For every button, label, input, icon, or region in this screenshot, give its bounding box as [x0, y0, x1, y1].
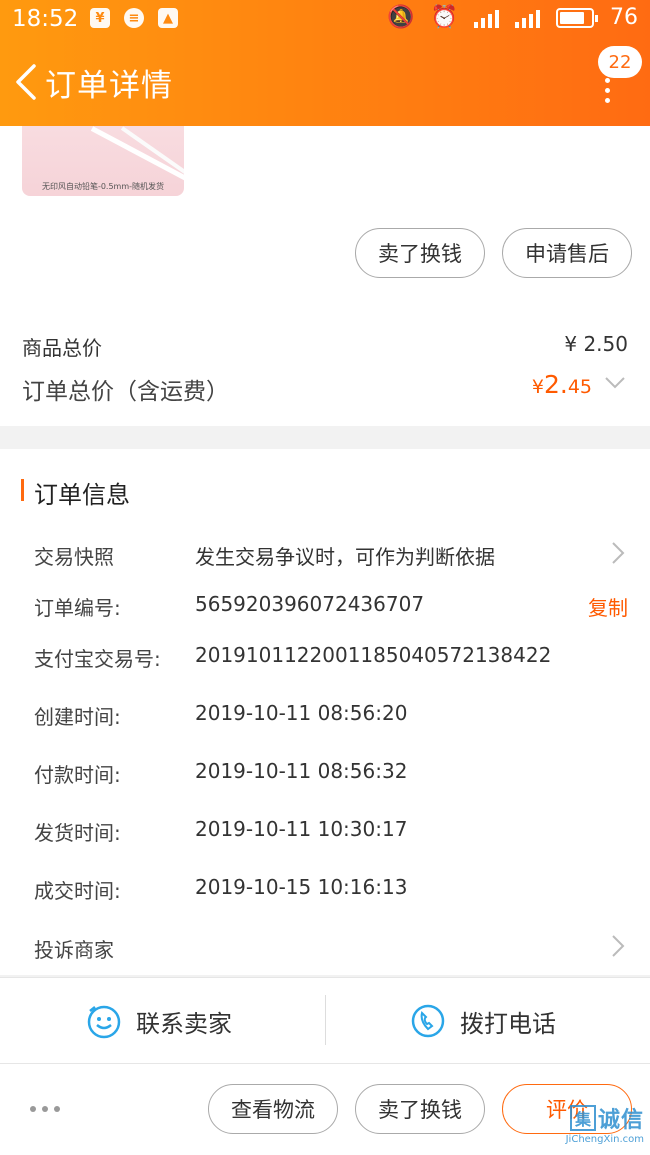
- battery-level: 76: [610, 5, 638, 30]
- section-title: 订单信息: [34, 481, 130, 509]
- more-actions-icon[interactable]: [30, 1106, 60, 1112]
- divider: [325, 995, 326, 1045]
- chat-icon: ≡: [124, 8, 144, 28]
- order-total-dec: 45: [567, 376, 592, 398]
- after-sale-button[interactable]: 申请售后: [502, 228, 632, 278]
- shipped-time: 2019-10-11 10:30:17: [195, 817, 408, 841]
- row-label: 创建时间:: [34, 705, 121, 729]
- phone-icon: [411, 1004, 445, 1038]
- copy-button[interactable]: 复制: [588, 592, 628, 621]
- alarm-icon: ⏰: [430, 5, 458, 30]
- message-count-badge: 22: [598, 46, 642, 78]
- chevron-down-icon[interactable]: [604, 372, 626, 394]
- call-phone-button[interactable]: 拨打电话: [410, 978, 556, 1064]
- status-time: 18:52: [12, 6, 79, 32]
- back-arrow-icon[interactable]: [12, 62, 42, 102]
- product-section: 无印风自动铅笔-0.5mm-随机发货 卖了换钱 申请售后 商品总价 ¥ 2.50…: [0, 126, 650, 426]
- more-menu-icon[interactable]: [605, 78, 610, 103]
- row-label: 成交时间:: [34, 879, 121, 903]
- bottom-action-bar: 查看物流 卖了换钱 评价 集 诚信 JiChengXin.com: [0, 1063, 650, 1155]
- row-label: 付款时间:: [34, 763, 121, 787]
- currency-symbol: ¥: [531, 376, 544, 398]
- product-thumbnail[interactable]: 无印风自动铅笔-0.5mm-随机发货: [22, 126, 184, 196]
- paid-time: 2019-10-11 08:56:32: [195, 759, 408, 783]
- app-header: 18:52 ¥ ≡ ▲ 🔕 ⏰ 76 订单详情 22: [0, 0, 650, 126]
- row-label: 投诉商家: [34, 938, 114, 962]
- section-accent-bar: [21, 479, 24, 501]
- bell-icon: ▲: [158, 8, 178, 28]
- chevron-right-icon: [612, 542, 625, 564]
- goods-total-value: ¥ 2.50: [564, 332, 628, 356]
- yen-shield-icon: ¥: [90, 8, 110, 28]
- signal-icon: [515, 8, 540, 28]
- sell-button[interactable]: 卖了换钱: [355, 1084, 485, 1134]
- contact-seller-button[interactable]: 联系卖家: [86, 978, 232, 1064]
- thumbnail-caption: 无印风自动铅笔-0.5mm-随机发货: [41, 182, 165, 191]
- order-total-value: ¥2.45: [532, 370, 592, 399]
- watermark-url: JiChengXin.com: [565, 1134, 644, 1145]
- view-logistics-button[interactable]: 查看物流: [208, 1084, 338, 1134]
- contact-seller-label: 联系卖家: [136, 1009, 232, 1038]
- goods-total-label: 商品总价: [22, 336, 102, 360]
- row-value: 发生交易争议时，可作为判断依据: [195, 545, 495, 569]
- smile-chat-icon: [87, 1005, 121, 1039]
- page-title: 订单详情: [45, 68, 173, 104]
- status-bar: 18:52 ¥ ≡ ▲ 🔕 ⏰ 76: [0, 0, 650, 40]
- alipay-trade-number: 2019101122001185040572138422: [195, 643, 552, 667]
- order-total-label: 订单总价（含运费）: [22, 379, 229, 405]
- order-total-int: 2.: [543, 370, 568, 399]
- closed-time: 2019-10-15 10:16:13: [195, 875, 408, 899]
- watermark-logo: 集 诚信 JiChengXin.com: [566, 1102, 644, 1145]
- notification-icons: ¥ ≡ ▲: [90, 8, 178, 28]
- order-info-section: 订单信息 交易快照 发生交易争议时，可作为判断依据 订单编号: 56592039…: [0, 449, 650, 975]
- created-time: 2019-10-11 08:56:20: [195, 701, 408, 725]
- mute-icon: 🔕: [387, 5, 415, 30]
- chevron-right-icon: [612, 935, 625, 957]
- row-label: 发货时间:: [34, 821, 121, 845]
- order-number: 565920396072436707: [195, 592, 425, 616]
- row-label: 交易快照: [34, 545, 114, 569]
- row-label: 订单编号:: [34, 596, 121, 620]
- sell-button[interactable]: 卖了换钱: [355, 228, 485, 278]
- row-label: 支付宝交易号:: [34, 647, 161, 671]
- signal-4g-icon: [474, 8, 499, 28]
- call-phone-label: 拨打电话: [460, 1009, 556, 1038]
- watermark-brand: 诚信: [597, 1108, 644, 1133]
- battery-icon: [556, 7, 598, 28]
- watermark-box: 集: [569, 1105, 596, 1131]
- contact-bar: 联系卖家 拨打电话: [0, 977, 650, 1063]
